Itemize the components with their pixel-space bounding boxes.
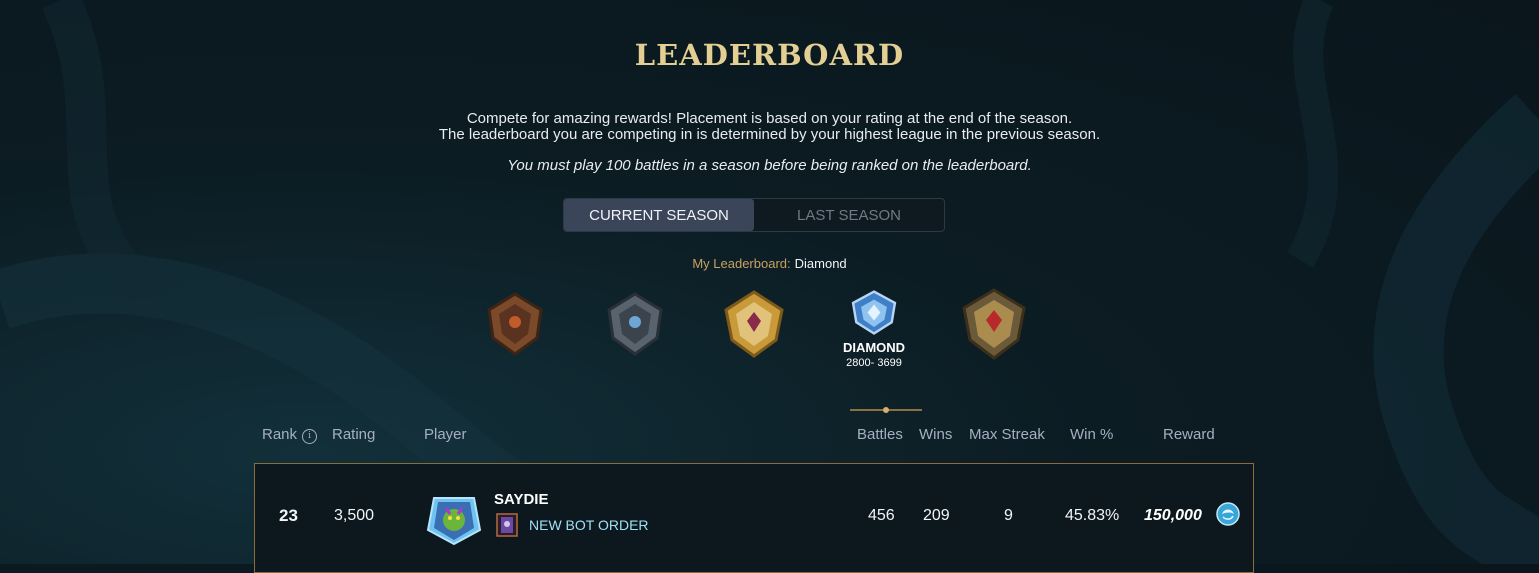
header-max-streak: Max Streak bbox=[969, 426, 1045, 443]
header-rank: Rank i bbox=[262, 426, 318, 444]
bronze-league-badge-icon[interactable] bbox=[475, 288, 555, 372]
battles-requirement-note: You must play 100 battles in a season be… bbox=[507, 157, 1032, 174]
guild-name[interactable]: NEW BOT ORDER bbox=[529, 517, 649, 533]
guild-banner-icon bbox=[496, 513, 518, 537]
header-rank-label: Rank bbox=[262, 426, 298, 443]
my-leaderboard: My Leaderboard: Diamond bbox=[0, 256, 1539, 271]
tab-current-season[interactable]: CURRENT SEASON bbox=[564, 199, 754, 231]
description-line-1: Compete for amazing rewards! Placement i… bbox=[466, 110, 1073, 127]
header-reward: Reward bbox=[1163, 426, 1215, 443]
row-max-streak: 9 bbox=[1004, 507, 1013, 524]
player-avatar[interactable] bbox=[424, 490, 484, 546]
row-reward: 150,000 bbox=[1144, 507, 1202, 524]
gold-league-badge-icon[interactable] bbox=[714, 288, 794, 372]
description-line-2: The leaderboard you are competing in is … bbox=[438, 126, 1101, 143]
row-rating: 3,500 bbox=[334, 507, 375, 524]
header-wins: Wins bbox=[919, 426, 953, 443]
my-leaderboard-label: My Leaderboard: bbox=[692, 256, 791, 271]
row-win-pct: 45.83% bbox=[1065, 507, 1120, 524]
header-rating: Rating bbox=[332, 426, 376, 443]
info-icon[interactable]: i bbox=[302, 428, 318, 444]
page-title: LEADERBOARD bbox=[634, 38, 905, 72]
player-name[interactable]: SAYDIE bbox=[494, 491, 548, 508]
row-battles: 456 bbox=[868, 507, 895, 524]
crystal-coin-icon bbox=[1216, 502, 1240, 526]
row-wins: 209 bbox=[923, 507, 950, 524]
header-battles: Battles bbox=[857, 426, 903, 443]
tab-last-season[interactable]: LAST SEASON bbox=[754, 199, 944, 231]
silver-league-badge-icon[interactable] bbox=[595, 288, 675, 372]
header-win-pct: Win % bbox=[1070, 426, 1114, 443]
row-rank: 23 bbox=[279, 506, 298, 525]
selected-league-name: DIAMOND bbox=[842, 340, 906, 355]
champion-league-badge-icon[interactable] bbox=[954, 288, 1034, 372]
diamond-league-badge-icon[interactable]: DIAMOND 2800- 3699 bbox=[834, 290, 922, 413]
selected-league-range: 2800- 3699 bbox=[846, 357, 902, 369]
my-leaderboard-value: Diamond bbox=[794, 256, 847, 271]
header-player: Player bbox=[424, 426, 467, 443]
table-row[interactable]: 23 3,500 SAYDIE NEW BOT ORDER 456 209 9 … bbox=[254, 463, 1254, 573]
season-tabs: CURRENT SEASON LAST SEASON bbox=[563, 198, 945, 232]
